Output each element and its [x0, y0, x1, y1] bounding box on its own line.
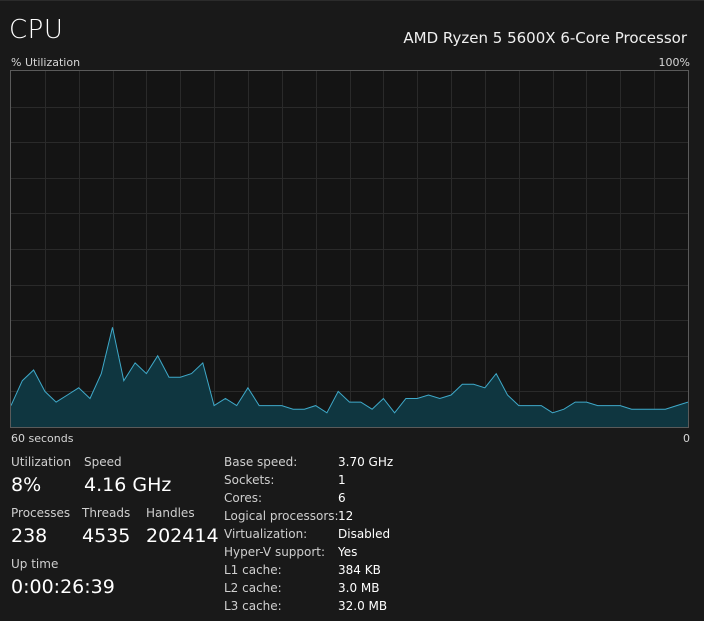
detail-value: Yes	[338, 545, 358, 559]
speed-label: Speed	[84, 455, 122, 469]
detail-key: Base speed:	[224, 455, 298, 469]
utilization-value: 8%	[11, 474, 42, 496]
handles-label: Handles	[146, 506, 195, 520]
speed-value: 4.16 GHz	[84, 474, 172, 496]
detail-key: Sockets:	[224, 473, 275, 487]
handles-value: 202414	[146, 525, 219, 547]
detail-value: 12	[338, 509, 354, 523]
processes-label: Processes	[11, 506, 71, 520]
detail-value: 3.0 MB	[338, 581, 380, 595]
threads-value: 4535	[82, 525, 131, 547]
page-title: CPU	[9, 15, 64, 45]
detail-key: Cores:	[224, 491, 263, 505]
processor-name: AMD Ryzen 5 5600X 6-Core Processor	[403, 29, 687, 47]
y-max-label: 100%	[658, 56, 690, 69]
uptime-label: Up time	[11, 557, 59, 571]
y-axis-label: % Utilization	[11, 56, 81, 69]
detail-key: L2 cache:	[224, 581, 282, 595]
detail-key: L3 cache:	[224, 599, 282, 613]
detail-key: L1 cache:	[224, 563, 282, 577]
detail-value: 1	[338, 473, 346, 487]
x-left-label: 60 seconds	[11, 432, 74, 445]
cpu-utilization-chart	[11, 71, 688, 427]
detail-key: Hyper-V support:	[224, 545, 326, 559]
detail-value: 3.70 GHz	[338, 455, 394, 469]
uptime-value: 0:00:26:39	[11, 576, 115, 598]
detail-value: 384 KB	[338, 563, 381, 577]
cpu-utilization-graph	[10, 70, 689, 428]
detail-value: 32.0 MB	[338, 599, 388, 613]
detail-value: Disabled	[338, 527, 391, 541]
threads-label: Threads	[82, 506, 131, 520]
detail-key: Logical processors:	[224, 509, 339, 523]
detail-key: Virtualization:	[224, 527, 308, 541]
x-right-label: 0	[683, 432, 690, 445]
top-divider	[0, 0, 704, 1]
utilization-label: Utilization	[11, 455, 72, 469]
processes-value: 238	[11, 525, 48, 547]
detail-value: 6	[338, 491, 346, 505]
